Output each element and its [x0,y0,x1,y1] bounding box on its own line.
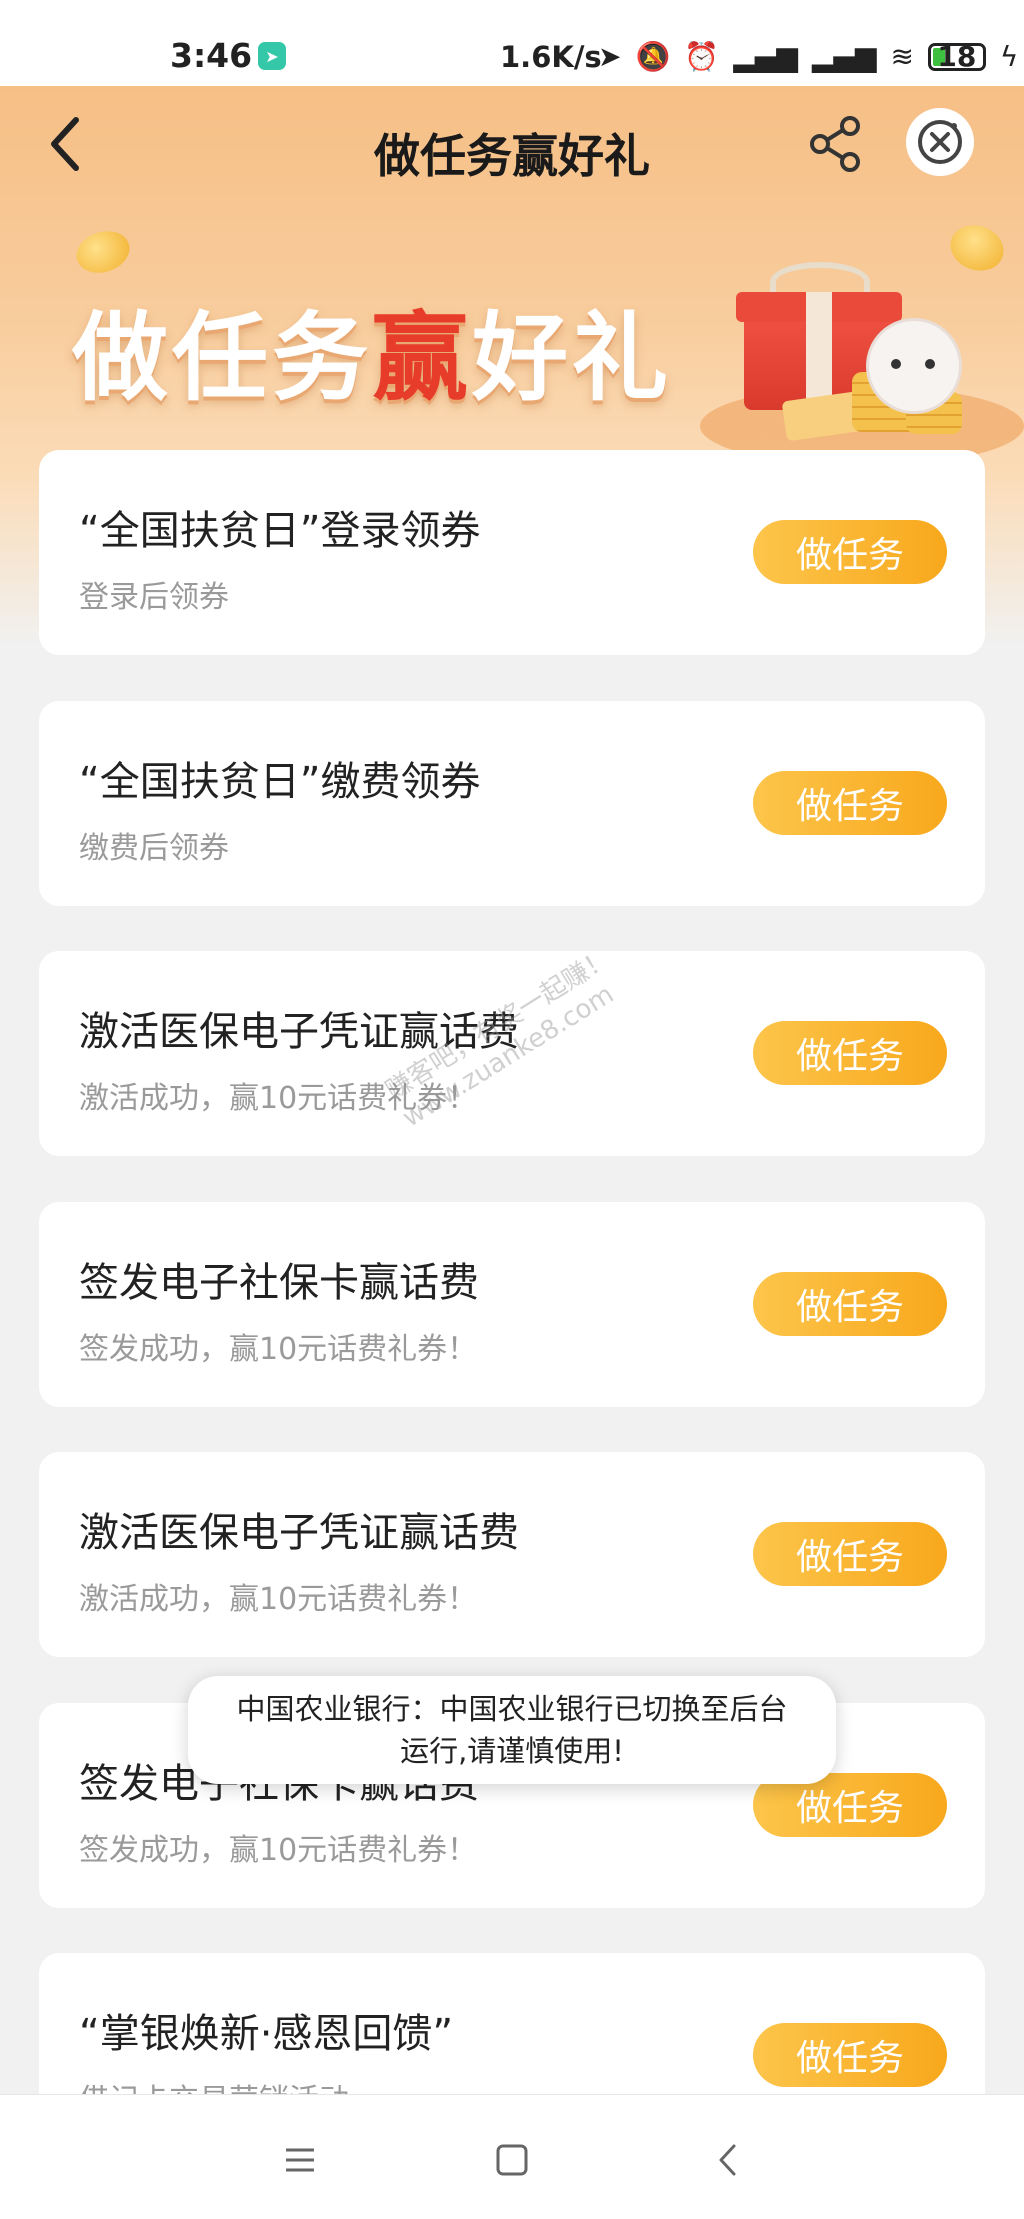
system-back-button[interactable] [703,2135,753,2185]
share-icon [810,116,860,172]
back-triangle-icon [719,2144,736,2176]
task-subtitle: 签发成功，赢10元话费礼券！ [79,1833,478,1868]
task-title: “全国扶贫日”缴费领券 [79,759,481,805]
location-icon: ➤ [598,40,622,73]
battery-icon: 18 [927,40,986,73]
task-subtitle: 缴费后领券 [79,831,229,866]
task-title: “掌银焕新·感恩回馈” [79,2011,454,2057]
task-title: 签发电子社保卡赢话费 [79,1260,479,1306]
top-nav: 做任务赢好礼 [0,86,1024,206]
mascot-illustration [866,318,962,414]
system-navigation-bar [0,2094,1024,2219]
close-circle-icon [918,120,962,164]
page-title: 做任务赢好礼 [374,129,650,183]
status-bar: 3:46 ➤ 1.6K/s ➤ 🔕 ⏰ ▂▄▆ ▂▄▆ ≋ 18 ϟ [0,0,1024,86]
do-task-button[interactable]: 做任务 [753,520,947,584]
menu-icon [286,2148,314,2172]
network-speed: 1.6K/s [500,40,602,74]
do-task-button[interactable]: 做任务 [753,771,947,835]
banner-headline: 做任务赢好礼 [72,280,672,419]
status-icons: ➤ 🔕 ⏰ ▂▄▆ ▂▄▆ ≋ 18 ϟ [598,40,1018,73]
mute-bell-icon: 🔕 [635,40,671,73]
do-task-button[interactable]: 做任务 [753,1272,947,1336]
task-subtitle: 登录后领券 [79,580,229,615]
telegram-icon: ➤ [258,42,286,70]
task-subtitle: 签发成功，赢10元话费礼券！ [79,1332,478,1367]
task-title: “全国扶贫日”登录领券 [79,508,481,554]
banner-text-highlight: 赢 [372,302,472,414]
task-card: “全国扶贫日”登录领券 登录后领券 做任务 [39,450,985,655]
home-button[interactable] [487,2135,537,2185]
charging-icon: ϟ [999,40,1019,73]
task-subtitle: 激活成功，赢10元话费礼券！ [79,1582,478,1617]
banner-text-before: 做任务 [72,302,372,414]
close-button[interactable] [906,108,974,176]
battery-level: 18 [937,40,977,73]
share-button[interactable] [806,114,866,174]
banner-text-after: 好礼 [472,302,672,414]
home-square-icon [496,2144,528,2176]
background-run-toast: 中国农业银行：中国农业银行已切换至后台运行,请谨慎使用! [188,1676,836,1784]
gift-ribbon [806,292,832,410]
task-card: 签发电子社保卡赢话费 签发成功，赢10元话费礼券！ 做任务 [39,1202,985,1407]
menu-button[interactable] [275,2135,325,2185]
do-task-button[interactable]: 做任务 [753,2023,947,2087]
signal-icon: ▂▄▆ [733,40,798,73]
alarm-icon: ⏰ [684,40,720,73]
task-card: 激活医保电子凭证赢话费 激活成功，赢10元话费礼券！ 做任务 [39,1452,985,1657]
do-task-button[interactable]: 做任务 [753,1522,947,1586]
task-card: “全国扶贫日”缴费领券 缴费后领券 做任务 [39,701,985,906]
signal-icon-2: ▂▄▆ [811,40,877,73]
wifi-icon: ≋ [890,40,914,73]
status-time: 3:46 [170,36,253,75]
do-task-button[interactable]: 做任务 [753,1021,947,1085]
task-title: 激活医保电子凭证赢话费 [79,1510,519,1556]
